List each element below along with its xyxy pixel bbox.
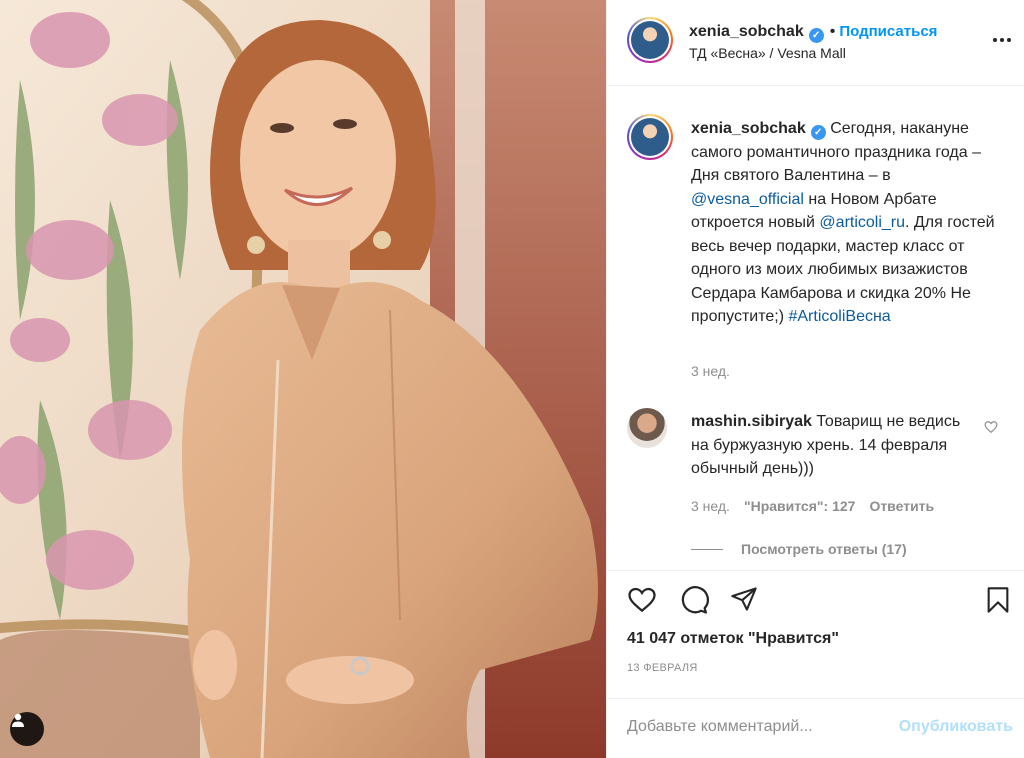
caption-timestamp[interactable]: 3 нед. — [691, 363, 730, 379]
caption-author-username[interactable]: xenia_sobchak — [691, 120, 806, 137]
hashtag-link[interactable]: #ArticoliВесна — [788, 308, 890, 325]
view-replies-button[interactable]: Посмотреть ответы (17) — [691, 541, 907, 557]
post-photo-illustration — [0, 0, 606, 758]
post-location[interactable]: ТД «Весна» / Vesna Mall — [689, 45, 846, 61]
mention-link[interactable]: @vesna_official — [691, 191, 804, 208]
bookmark-icon[interactable] — [984, 585, 1012, 615]
person-icon — [12, 713, 24, 727]
post-actions: 41 047 отметок "Нравится" 13 ФЕВРАЛЯ — [607, 570, 1024, 684]
verified-badge-icon: ✓ — [808, 28, 824, 43]
comment-timestamp[interactable]: 3 нед. — [691, 498, 730, 514]
post-caption: xenia_sobchak ✓ Сегодня, накануне самого … — [691, 117, 1001, 329]
view-replies-label: Посмотреть ответы (17) — [741, 541, 907, 557]
comment-meta: 3 нед. "Нравится": 127 Ответить — [691, 498, 934, 514]
comment-likes-count[interactable]: "Нравится": 127 — [744, 498, 855, 514]
separator-dot: • — [829, 23, 836, 40]
commenter-avatar[interactable] — [627, 408, 667, 448]
paper-plane-icon[interactable] — [730, 585, 758, 613]
comments-list[interactable]: xenia_sobchak ✓ Сегодня, накануне самого … — [607, 87, 1024, 570]
replies-divider-line — [691, 548, 723, 550]
header-user-line: xenia_sobchak ✓ • Подписаться — [689, 23, 937, 43]
comment-input[interactable]: Добавьте комментарий... — [627, 718, 813, 736]
add-comment-bar: Добавьте комментарий... Опубликовать — [607, 698, 1024, 758]
comment-body: mashin.sibiryak Товарищ не ведись на бур… — [691, 410, 981, 481]
heart-icon[interactable] — [627, 585, 657, 615]
comment-bubble-icon[interactable] — [679, 585, 709, 615]
follow-button[interactable]: Подписаться — [839, 23, 937, 40]
post-date[interactable]: 13 ФЕВРАЛЯ — [627, 662, 698, 674]
post-side-panel: xenia_sobchak ✓ • Подписаться ТД «Весна» / … — [606, 0, 1024, 758]
author-username[interactable]: xenia_sobchak — [689, 23, 804, 40]
verified-badge-icon: ✓ — [810, 125, 826, 141]
author-avatar[interactable] — [627, 17, 673, 63]
comment-heart-icon[interactable] — [984, 420, 998, 434]
more-dots-icon[interactable] — [993, 38, 1011, 42]
post-header: xenia_sobchak ✓ • Подписаться ТД «Весна» / … — [607, 0, 1024, 86]
reply-button[interactable]: Ответить — [869, 498, 934, 514]
user-tag-button[interactable] — [10, 712, 44, 746]
likes-count[interactable]: 41 047 отметок "Нравится" — [627, 630, 839, 648]
caption-author-avatar[interactable] — [627, 114, 673, 160]
publish-button[interactable]: Опубликовать — [899, 718, 1013, 736]
post-photo[interactable] — [0, 0, 606, 758]
commenter-username[interactable]: mashin.sibiryak — [691, 413, 812, 430]
mention-link[interactable]: @articoli_ru — [819, 214, 905, 231]
